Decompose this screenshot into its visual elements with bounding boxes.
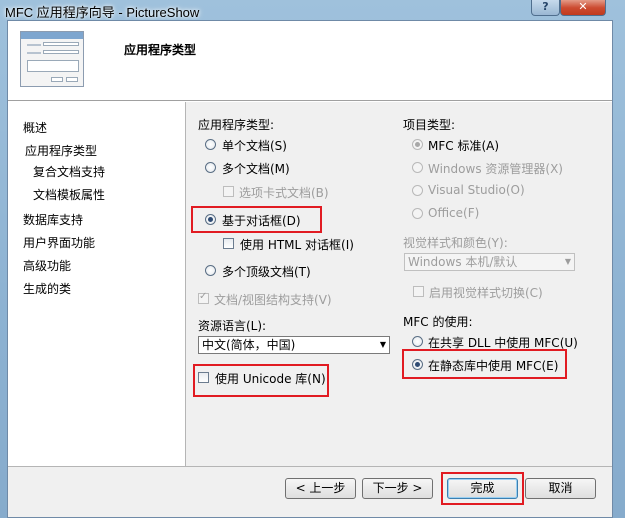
nav-item-document-template[interactable]: 文档模板属性 (33, 186, 105, 203)
resource-language-select[interactable]: 中文(简体，中国) ▼ (198, 336, 390, 354)
nav-item-ui-features[interactable]: 用户界面功能 (23, 234, 95, 251)
nav-item-compound-document[interactable]: 复合文档支持 (33, 163, 105, 180)
wizard-body: 概述 应用程序类型 复合文档支持 文档模板属性 数据库支持 用户界面功能 高级功… (8, 102, 612, 517)
visual-studio-radio[interactable] (412, 185, 423, 196)
visual-style-value: Windows 本机/默认 (408, 255, 518, 269)
static-library-highlight (402, 349, 567, 379)
single-document-radio[interactable] (205, 139, 216, 150)
visual-style-select[interactable]: Windows 本机/默认 ▼ (404, 253, 575, 271)
chevron-down-icon: ▼ (379, 340, 386, 349)
finish-highlight (441, 472, 524, 505)
shared-dll-radio[interactable] (412, 336, 423, 347)
use-html-dialog-checkbox[interactable] (223, 238, 234, 249)
button-separator (8, 466, 612, 467)
nav-item-overview[interactable]: 概述 (23, 119, 47, 136)
tabbed-documents-label: 选项卡式文档(B) (239, 186, 329, 200)
office-radio[interactable] (412, 208, 423, 219)
single-document-label: 单个文档(S) (222, 139, 287, 153)
mfc-use-label: MFC 的使用: (403, 315, 473, 329)
resource-language-label: 资源语言(L): (198, 319, 267, 333)
chevron-down-icon: ▼ (564, 257, 571, 266)
mfc-standard-label: MFC 标准(A) (428, 139, 500, 153)
nav-item-advanced[interactable]: 高级功能 (23, 257, 71, 274)
visual-style-toggle-label: 启用视觉样式切换(C) (429, 286, 543, 300)
visual-style-toggle-checkbox[interactable] (413, 286, 424, 297)
nav-item-application-type[interactable]: 应用程序类型 (25, 142, 98, 159)
visual-studio-label: Visual Studio(O) (428, 183, 525, 197)
close-button[interactable]: ✕ (560, 0, 606, 16)
nav-item-generated-classes[interactable]: 生成的类 (23, 280, 71, 297)
use-html-dialog-label: 使用 HTML 对话框(I) (240, 238, 354, 252)
next-button[interactable]: 下一步 > (362, 478, 433, 499)
windows-explorer-label: Windows 资源管理器(X) (428, 162, 563, 176)
visual-style-label: 视觉样式和颜色(Y): (403, 236, 508, 250)
wizard-window: MFC 应用程序向导 - PictureShow ? ✕ 应用程序类型 概述 应… (0, 0, 625, 518)
dialog-client: 应用程序类型 概述 应用程序类型 复合文档支持 文档模板属性 数据库支持 用户界… (7, 20, 613, 518)
doc-view-support-checkbox[interactable] (198, 291, 209, 304)
mfc-standard-radio[interactable] (412, 139, 423, 150)
page-title: 应用程序类型 (124, 43, 197, 57)
cancel-button[interactable]: 取消 (525, 478, 596, 499)
multi-top-level-radio[interactable] (205, 265, 216, 276)
window-title: MFC 应用程序向导 - PictureShow (5, 5, 200, 20)
title-bar[interactable]: MFC 应用程序向导 - PictureShow ? ✕ (0, 0, 625, 20)
multi-document-label: 多个文档(M) (222, 162, 290, 176)
multi-top-level-label: 多个顶级文档(T) (222, 265, 311, 279)
office-label: Office(F) (428, 206, 480, 220)
wizard-thumbnail-image (20, 31, 84, 87)
unicode-highlight (193, 364, 329, 397)
doc-view-support-label: 文档/视图结构支持(V) (214, 293, 332, 307)
tabbed-documents-checkbox[interactable] (223, 186, 234, 197)
wizard-nav: 概述 应用程序类型 复合文档支持 文档模板属性 数据库支持 用户界面功能 高级功… (8, 102, 186, 466)
wizard-header: 应用程序类型 (8, 21, 612, 101)
resource-language-value: 中文(简体，中国) (202, 338, 296, 352)
app-type-label: 应用程序类型: (198, 118, 275, 132)
project-type-label: 项目类型: (403, 118, 456, 132)
multi-document-radio[interactable] (205, 162, 216, 173)
windows-explorer-radio[interactable] (412, 162, 423, 173)
nav-item-database-support[interactable]: 数据库支持 (23, 211, 83, 228)
dialog-based-highlight (191, 206, 322, 233)
previous-button[interactable]: < 上一步 (285, 478, 356, 499)
help-button[interactable]: ? (531, 0, 560, 16)
